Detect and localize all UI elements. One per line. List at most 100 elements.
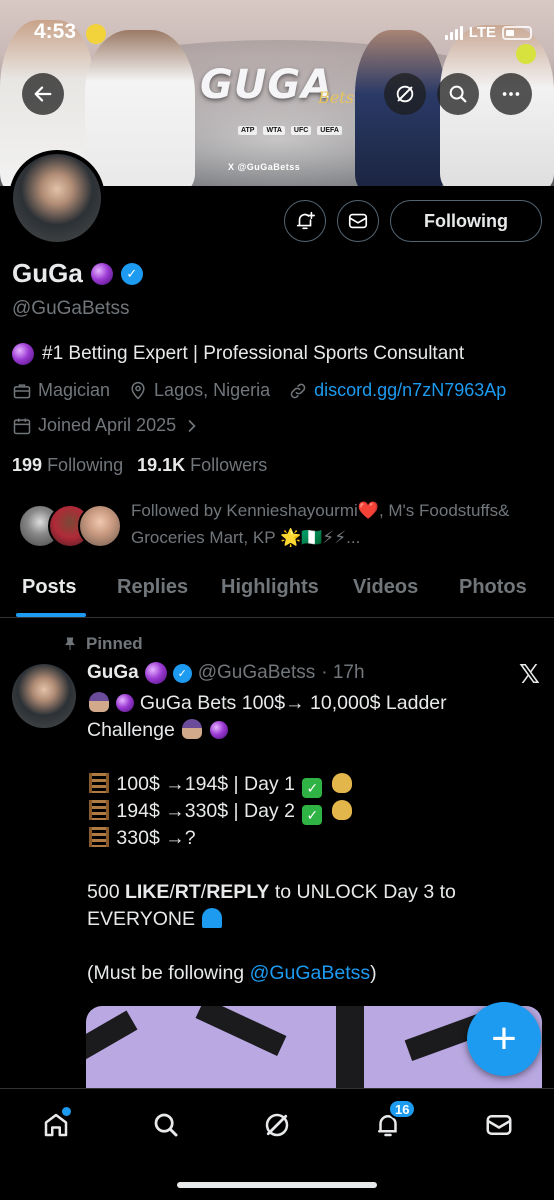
verified-badge-icon: ✓	[172, 663, 192, 683]
profile-name-row: GuGa ✓	[12, 258, 143, 289]
unlock-reply: REPLY	[206, 881, 270, 903]
more-icon	[502, 92, 520, 96]
unlock-pre: 500	[87, 881, 125, 903]
network-label: LTE	[468, 24, 496, 41]
verified-badge-icon[interactable]: ✓	[120, 262, 143, 285]
profile-tabs: Posts Replies Highlights Videos Photos	[0, 566, 554, 618]
media-shape	[336, 1006, 364, 1096]
tennis-ball-icon	[516, 44, 536, 64]
tab-photos[interactable]: Photos	[459, 576, 527, 599]
unlock-everyone: EVERYONE	[87, 908, 196, 930]
home-indicator	[177, 1182, 377, 1188]
post-line-2: Challenge	[87, 717, 517, 744]
post-day-1: 100$ →194$ | Day 1 ✓	[87, 771, 517, 798]
post-title-2: Challenge	[87, 719, 175, 741]
tab-posts[interactable]: Posts	[22, 576, 76, 599]
post-time: · 17h	[321, 662, 365, 683]
calendar-icon	[13, 418, 31, 434]
back-button[interactable]	[22, 73, 64, 115]
mail-icon	[348, 213, 368, 229]
followers-count: 19.1K	[137, 455, 186, 475]
grok-button[interactable]	[384, 73, 426, 115]
post-day-2: 194$ →330$ | Day 2 ✓	[87, 798, 517, 825]
nav-messages[interactable]	[479, 1105, 519, 1145]
home-unread-dot	[62, 1107, 71, 1116]
followed-by-text[interactable]: Followed by Kennieshayourmi❤️, M's Foods…	[131, 497, 531, 551]
crystal-ball-icon	[209, 721, 228, 739]
post-line-1: GuGa Bets 100$→ 10,000$ Ladder	[87, 690, 517, 717]
followers-stat[interactable]: 19.1K Followers	[137, 455, 267, 476]
following-button[interactable]: Following	[390, 200, 542, 242]
mage-emoji-icon	[89, 692, 109, 712]
must-follow-pre: (Must be following	[87, 962, 250, 984]
ladder-emoji-icon	[89, 773, 109, 793]
day1-text: 100$ →194$ | Day 1	[116, 773, 295, 795]
profile-meta-row: Magician Lagos, Nigeria discord.gg/n7zN7…	[12, 380, 506, 401]
banner-logo-sub: Bets	[318, 88, 354, 107]
following-stat[interactable]: 199 Following	[12, 455, 123, 476]
location-pin-icon	[131, 381, 145, 400]
search-icon	[449, 85, 467, 103]
post-body[interactable]: GuGa Bets 100$→ 10,000$ Ladder Challenge…	[87, 690, 517, 987]
day3-text: 330$ →?	[116, 827, 196, 849]
nav-notifications[interactable]: 16	[368, 1099, 417, 1145]
mage-emoji-icon	[182, 719, 203, 739]
unlock-rt: RT	[174, 881, 201, 903]
follow-stats: 199 Following 19.1K Followers	[12, 455, 267, 476]
following-label: Following	[47, 455, 124, 475]
profile-avatar[interactable]	[9, 150, 105, 246]
tab-highlights[interactable]: Highlights	[221, 576, 319, 599]
followers-label: Followers	[190, 455, 268, 475]
nav-home[interactable]	[36, 1105, 76, 1145]
nav-grok[interactable]	[257, 1105, 297, 1145]
message-button[interactable]	[337, 200, 379, 242]
bio-text: #1 Betting Expert | Professional Sports …	[42, 343, 465, 364]
nav-search[interactable]	[146, 1105, 186, 1145]
post-unlock-line: 500 LIKE/RT/REPLY to UNLOCK Day 3 to	[87, 879, 517, 906]
post-author-handle: @GuGaBetss	[197, 662, 316, 683]
bell-plus-icon	[296, 211, 315, 230]
post-author-avatar[interactable]	[12, 664, 76, 728]
grok-icon	[265, 1113, 289, 1137]
ladder-emoji-icon	[89, 800, 109, 820]
profile-bio: #1 Betting Expert | Professional Sports …	[12, 343, 464, 365]
following-count: 199	[12, 455, 43, 475]
followed-by-avatars[interactable]	[18, 504, 122, 548]
sponsor-atp: ATP	[238, 126, 258, 135]
active-tab-indicator	[16, 613, 86, 617]
back-arrow-icon	[34, 86, 52, 102]
link-icon	[290, 383, 306, 398]
notify-button[interactable]	[284, 200, 326, 242]
more-button[interactable]	[490, 73, 532, 115]
profile-name: GuGa	[12, 258, 83, 288]
tab-replies[interactable]: Replies	[117, 576, 188, 599]
chevron-right-icon	[188, 419, 196, 432]
pinned-text: Pinned	[86, 634, 143, 653]
unlock-like: LIKE	[124, 881, 170, 903]
post-author-name[interactable]: GuGa	[87, 662, 139, 684]
check-emoji-icon: ✓	[302, 778, 323, 798]
tab-videos[interactable]: Videos	[353, 576, 418, 599]
search-button[interactable]	[437, 73, 479, 115]
banner-sponsors: ATP WTA UFC UEFA	[238, 126, 342, 135]
status-emoji-icon	[86, 24, 106, 44]
x-logo-icon[interactable]: 𝕏	[519, 660, 540, 690]
crystal-ball-icon	[90, 262, 113, 285]
post-must-follow: (Must be following @GuGaBetss)	[87, 960, 517, 987]
check-emoji-icon: ✓	[302, 805, 323, 825]
battery-icon	[502, 25, 532, 40]
compose-fab-button[interactable]: +	[467, 1002, 541, 1076]
post-header: GuGa ✓ @GuGaBetss · 17h	[87, 662, 365, 684]
post-everyone-line: EVERYONE	[87, 906, 517, 933]
status-indicators: LTE	[444, 24, 532, 41]
profile-link[interactable]: discord.gg/n7zN7963Ap	[314, 380, 506, 401]
media-shape	[86, 1010, 138, 1060]
sponsor-ufc: UFC	[290, 126, 312, 135]
joined-row[interactable]: Joined April 2025	[12, 415, 202, 436]
grok-icon	[396, 85, 414, 103]
unlock-post: to UNLOCK Day 3 to	[269, 881, 456, 903]
mention-link[interactable]: @GuGaBetss	[250, 962, 371, 984]
ladder-emoji-icon	[89, 827, 109, 847]
banner-logo-text: GUGA	[200, 62, 334, 108]
status-time: 4:53	[34, 20, 77, 43]
